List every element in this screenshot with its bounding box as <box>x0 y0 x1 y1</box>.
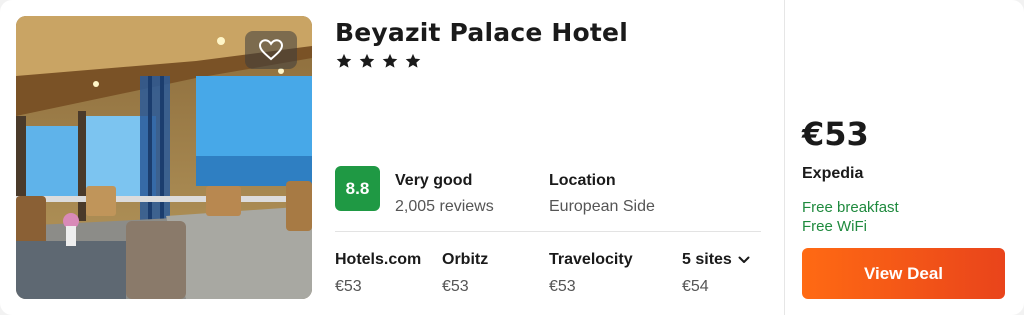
site-price: €53 <box>335 278 362 295</box>
heart-outline-icon <box>259 39 283 61</box>
site-hotels-com[interactable]: Hotels.com €53 <box>335 251 421 296</box>
more-sites-label: 5 sites <box>682 251 750 269</box>
star-icon <box>405 53 421 68</box>
hotel-name[interactable]: Beyazit Palace Hotel <box>335 18 628 47</box>
site-price: €54 <box>682 278 709 295</box>
deal-provider: Expedia <box>802 165 864 182</box>
star-icon <box>382 53 398 68</box>
deal-price: €53 <box>802 115 869 153</box>
location-value: European Side <box>549 198 655 215</box>
site-price: €53 <box>442 278 469 295</box>
amenity-breakfast: Free breakfast <box>802 199 899 216</box>
favorite-button[interactable] <box>245 31 297 69</box>
star-icon <box>359 53 375 68</box>
view-deal-button[interactable]: View Deal <box>802 248 1005 299</box>
hotel-card[interactable]: Beyazit Palace Hotel 8.8 Very good 2,005… <box>0 0 1024 315</box>
site-travelocity[interactable]: Travelocity €53 <box>549 251 633 296</box>
star-rating <box>335 52 422 70</box>
more-sites-dropdown[interactable]: 5 sites €54 <box>682 251 750 296</box>
site-price: €53 <box>549 278 576 295</box>
star-icon <box>336 53 352 68</box>
more-sites-text: 5 sites <box>682 251 732 268</box>
site-name: Travelocity <box>549 251 633 268</box>
rating-score-badge: 8.8 <box>335 166 380 211</box>
site-name: Hotels.com <box>335 251 422 268</box>
column-divider <box>784 0 785 315</box>
site-orbitz[interactable]: Orbitz €53 <box>442 251 488 296</box>
chevron-down-icon <box>738 256 750 263</box>
amenity-wifi: Free WiFi <box>802 218 867 235</box>
rating-label: Very good <box>395 172 473 189</box>
site-name: Orbitz <box>442 251 489 268</box>
rating-reviews: 2,005 reviews <box>395 198 494 215</box>
location-title: Location <box>549 172 616 189</box>
divider <box>335 231 761 232</box>
